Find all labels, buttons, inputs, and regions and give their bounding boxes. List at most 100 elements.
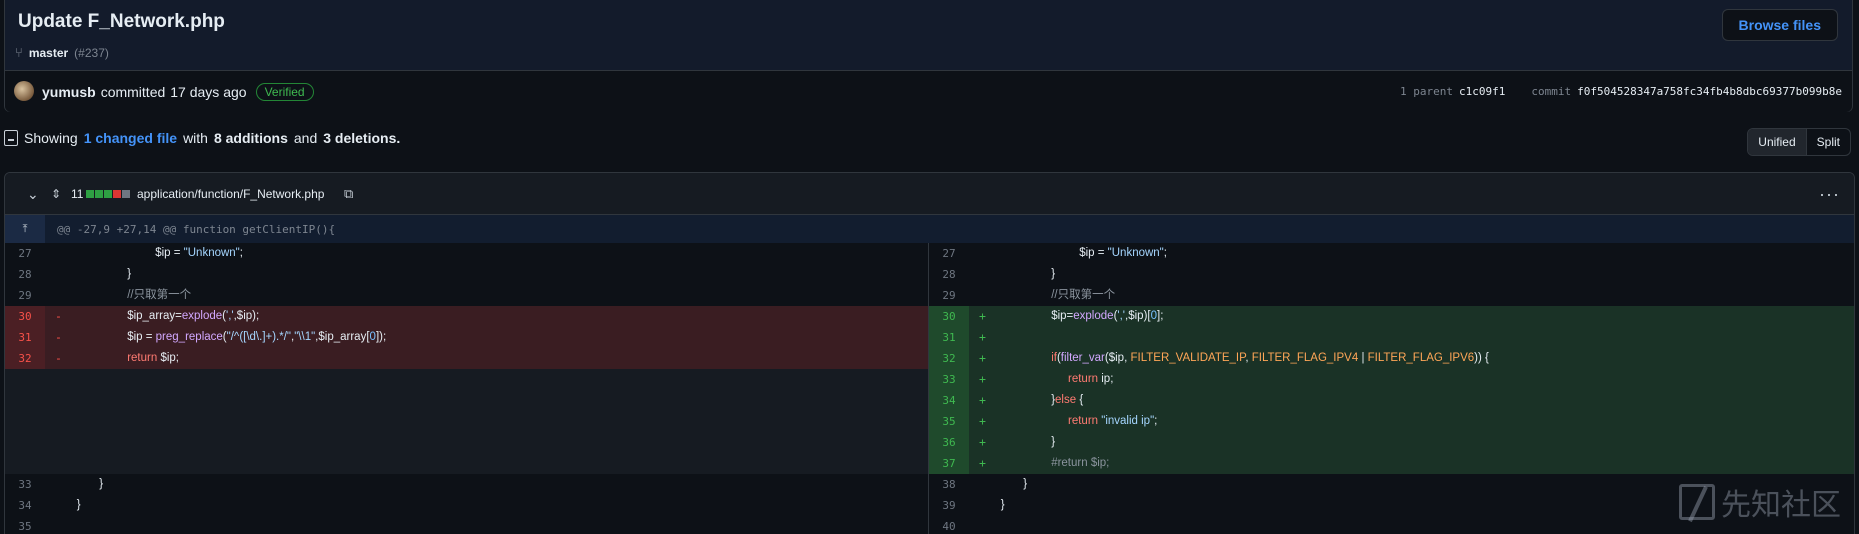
left-diff-line[interactable]: 34} <box>5 495 928 516</box>
line-number[interactable]: 34 <box>5 495 45 516</box>
line-number[interactable]: 32 <box>5 348 45 369</box>
changed-files-link[interactable]: 1 changed file <box>84 130 177 146</box>
commit-sha: f0f504528347a758fc34fb4b8dbc69377b099b8e <box>1577 85 1842 98</box>
right-diff-line[interactable]: 32 + if(filter_var($ip, FILTER_VALIDATE_IP… <box>929 348 1854 369</box>
line-number[interactable]: 30 <box>929 306 969 327</box>
split-view-button[interactable]: Split <box>1807 129 1850 155</box>
file-path-link[interactable]: application/function/F_Network.php <box>137 173 324 215</box>
left-diff-line[interactable]: 35 <box>5 516 928 534</box>
line-number[interactable]: 38 <box>929 474 969 495</box>
line-number[interactable]: 29 <box>5 285 45 306</box>
chevron-down-icon[interactable]: ⌄ <box>27 173 39 215</box>
browse-files-button[interactable]: Browse files <box>1721 9 1838 41</box>
pull-request-link[interactable]: (#237) <box>74 46 109 60</box>
left-diff-line[interactable]: 31- $ip = preg_replace("/^([\d\.]+).*/","… <box>5 327 928 348</box>
deletion-marker: - <box>55 330 62 344</box>
watermark: 先知社区 <box>1679 480 1841 524</box>
right-diff-line[interactable]: 34 +}else { <box>929 390 1854 411</box>
left-diff-line[interactable]: 29 //只取第一个 <box>5 285 928 306</box>
diffstat-block <box>104 190 112 198</box>
left-diff-line[interactable] <box>5 453 928 474</box>
line-number[interactable]: 27 <box>5 243 45 264</box>
right-diff-line[interactable]: 35 + return "invalid ip"; <box>929 411 1854 432</box>
right-diff-line[interactable]: 33 + return ip; <box>929 369 1854 390</box>
git-branch-icon: ⑂ <box>15 45 23 60</box>
right-diff-line[interactable]: 36 +} <box>929 432 1854 453</box>
code-text: return "invalid ip"; <box>1068 415 1158 427</box>
left-diff-line[interactable]: 27 $ip = "Unknown"; <box>5 243 928 264</box>
addition-marker: + <box>979 309 986 323</box>
line-number[interactable]: 33 <box>5 474 45 495</box>
file-diff: ⌄ ⇕ 11 application/function/F_Network.ph… <box>4 172 1855 534</box>
line-number[interactable]: 27 <box>929 243 969 264</box>
left-diff-line[interactable] <box>5 432 928 453</box>
deletion-marker: - <box>55 309 62 323</box>
code-text: } <box>127 268 132 280</box>
left-diff-line[interactable] <box>5 390 928 411</box>
left-diff-line[interactable] <box>5 411 928 432</box>
diff-summary: Showing 1 changed file with 8 additions … <box>4 130 400 146</box>
avatar[interactable] <box>14 81 34 101</box>
line-number[interactable]: 35 <box>5 516 45 534</box>
line-number[interactable]: 30 <box>5 306 45 327</box>
watermark-text: 先知社区 <box>1721 488 1841 523</box>
addition-marker: + <box>979 435 986 449</box>
right-diff-line[interactable]: 30 + $ip=explode(',',$ip)[0]; <box>929 306 1854 327</box>
right-diff-line[interactable]: 27 $ip = "Unknown"; <box>929 243 1854 264</box>
line-number[interactable]: 28 <box>5 264 45 285</box>
line-number[interactable] <box>5 432 45 453</box>
watermark-logo-icon <box>1679 484 1715 520</box>
line-number[interactable]: 36 <box>929 432 969 453</box>
line-number[interactable]: 31 <box>5 327 45 348</box>
line-number[interactable]: 33 <box>929 369 969 390</box>
line-number[interactable] <box>5 390 45 411</box>
more-options-icon[interactable]: ··· <box>1819 173 1840 215</box>
line-number[interactable] <box>5 411 45 432</box>
right-diff-line[interactable]: 28} <box>929 264 1854 285</box>
line-number[interactable]: 31 <box>929 327 969 348</box>
line-number[interactable]: 34 <box>929 390 969 411</box>
deletions-count: 3 deletions. <box>323 130 401 146</box>
right-diff-line[interactable]: 29 //只取第一个 <box>929 285 1854 306</box>
diffstat-block <box>122 190 130 198</box>
code-text: } <box>76 499 81 511</box>
line-number[interactable]: 37 <box>929 453 969 474</box>
code-text: #return $ip; <box>1051 457 1110 469</box>
line-number[interactable]: 28 <box>929 264 969 285</box>
line-number[interactable]: 39 <box>929 495 969 516</box>
code-text: return ip; <box>1068 373 1114 385</box>
commit-title-area: Update F_Network.php ⑂ master (#237) Bro… <box>5 0 1852 71</box>
expand-all-icon[interactable]: ⇕ <box>51 173 61 215</box>
expand-up-icon[interactable]: ⤒ <box>5 215 45 243</box>
right-diff-line[interactable]: 37 + #return $ip; <box>929 453 1854 474</box>
code-text: } <box>99 478 104 490</box>
file-diff-icon[interactable] <box>4 130 18 146</box>
copy-icon[interactable]: ⧉ <box>344 173 353 215</box>
line-number[interactable]: 32 <box>929 348 969 369</box>
left-diff-line[interactable]: 32- return $ip; <box>5 348 928 369</box>
code-text: }else { <box>1051 394 1084 406</box>
diffstat-block <box>113 190 121 198</box>
branch-link[interactable]: master <box>29 46 68 60</box>
commit-action: committed <box>100 84 166 100</box>
line-number[interactable] <box>5 369 45 390</box>
code-text: } <box>1023 478 1028 490</box>
line-number[interactable]: 35 <box>929 411 969 432</box>
left-diff-line[interactable] <box>5 369 928 390</box>
unified-view-button[interactable]: Unified <box>1748 129 1807 155</box>
left-diff-line[interactable]: 28} <box>5 264 928 285</box>
left-diff-line[interactable]: 30- $ip_array=explode(',',$ip); <box>5 306 928 327</box>
parent-sha-link[interactable]: c1c09f1 <box>1459 85 1505 98</box>
line-number[interactable] <box>5 453 45 474</box>
code-text: } <box>1051 436 1056 448</box>
author-link[interactable]: yumusb <box>42 84 96 100</box>
line-number[interactable]: 40 <box>929 516 969 534</box>
commit-author-row: yumusb committed 17 days ago Verified 1 … <box>5 71 1852 112</box>
line-number[interactable]: 29 <box>929 285 969 306</box>
deletion-marker: - <box>55 351 62 365</box>
author-info: yumusb committed 17 days ago Verified <box>42 83 314 101</box>
diffstat-block <box>86 190 94 198</box>
left-diff-line[interactable]: 33} <box>5 474 928 495</box>
verified-badge[interactable]: Verified <box>255 83 314 101</box>
right-diff-line[interactable]: 31 + <box>929 327 1854 348</box>
